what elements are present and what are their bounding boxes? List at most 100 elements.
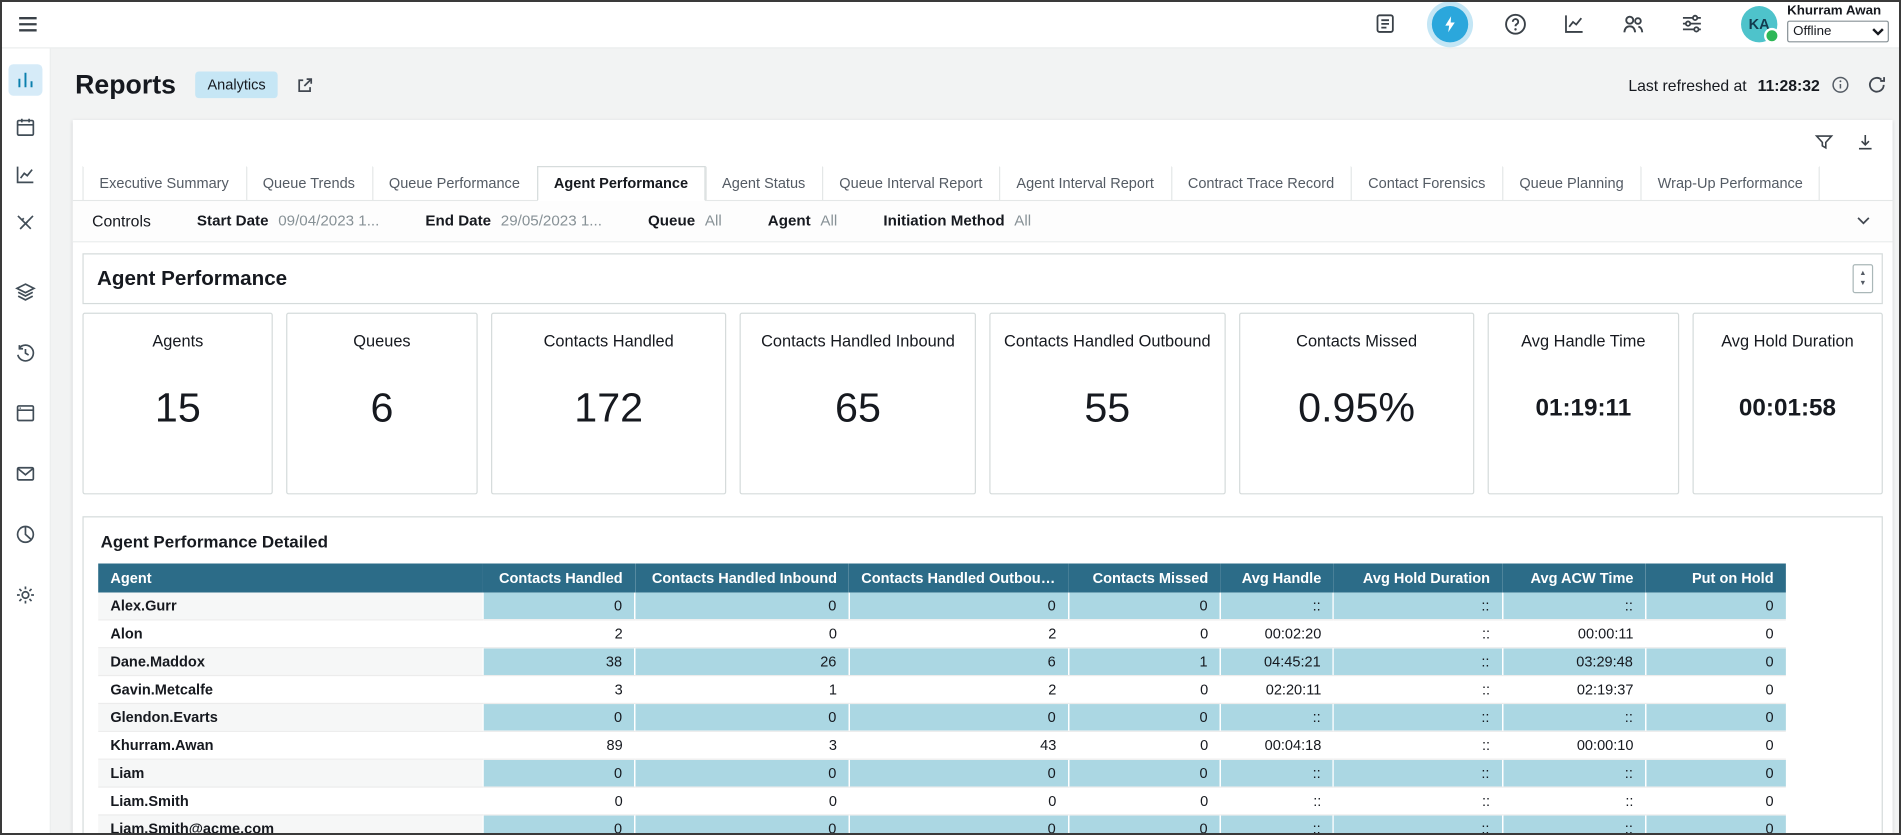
report-tab[interactable]: Contact Forensics xyxy=(1351,166,1502,200)
kpi-value: 55 xyxy=(998,350,1217,466)
agent-name-cell: Liam.Smith xyxy=(98,787,483,815)
report-tab[interactable]: Wrap-Up Performance xyxy=(1641,166,1820,200)
metrics-icon[interactable] xyxy=(1563,12,1586,35)
kpi-label: Queues xyxy=(295,332,469,350)
contacts-handled-inbound-cell: 0 xyxy=(635,815,849,835)
scroll-stepper[interactable]: ▲▼ xyxy=(1853,264,1874,293)
notepad-icon[interactable] xyxy=(1374,12,1397,35)
contacts-handled-inbound-cell: 0 xyxy=(635,787,849,815)
filter-icon[interactable] xyxy=(1814,132,1835,153)
filter-control[interactable]: End Date 29/05/2023 1... xyxy=(425,212,602,229)
avg-acw-time-cell: 03:29:48 xyxy=(1502,648,1645,676)
hamburger-menu-icon[interactable] xyxy=(15,10,42,37)
avg-acw-time-cell: :: xyxy=(1502,703,1645,731)
page-title: Reports xyxy=(75,69,176,101)
report-tab[interactable]: Queue Trends xyxy=(246,166,372,200)
download-icon[interactable] xyxy=(1855,132,1876,153)
contacts-handled-outbound-cell: 6 xyxy=(849,648,1068,676)
put-on-hold-cell: 0 xyxy=(1646,648,1786,676)
detail-table-title: Agent Performance Detailed xyxy=(101,532,1867,551)
avg-hold-duration-cell: :: xyxy=(1333,593,1502,620)
help-icon[interactable] xyxy=(1503,12,1527,36)
contacts-handled-outbound-cell: 0 xyxy=(849,759,1068,787)
report-tab[interactable]: Queue Interval Report xyxy=(822,166,999,200)
kpi-card: Contacts Handled 172 xyxy=(491,313,727,495)
contacts-handled-inbound-cell: 0 xyxy=(635,703,849,731)
avg-acw-time-cell: :: xyxy=(1502,593,1645,620)
sidebar-item-layers[interactable] xyxy=(8,276,42,308)
column-header: Contacts Handled Outbound xyxy=(849,563,1068,592)
status-select[interactable]: Offline xyxy=(1787,21,1889,43)
contacts-handled-outbound-cell: 0 xyxy=(849,787,1068,815)
sidebar-item-settings-gear[interactable] xyxy=(8,579,42,611)
avg-handle-cell: :: xyxy=(1220,787,1333,815)
kpi-label: Contacts Handled xyxy=(499,332,718,350)
report-tab[interactable]: Executive Summary xyxy=(82,166,245,200)
sidebar-item-line-chart[interactable] xyxy=(8,159,42,191)
avg-hold-duration-cell: :: xyxy=(1333,648,1502,676)
kpi-row: Agents 15 Queues 6 Contacts Handled 172 … xyxy=(82,313,1882,495)
contacts-handled-inbound-cell: 0 xyxy=(635,620,849,648)
report-tab[interactable]: Agent Performance xyxy=(537,166,705,201)
report-tab[interactable]: Queue Planning xyxy=(1502,166,1640,200)
contacts-handled-cell: 0 xyxy=(483,787,635,815)
table-row: Khurram.Awan 89 3 43 0 00:04:18 :: 00:00… xyxy=(98,731,1786,759)
filter-control[interactable]: Initiation Method All xyxy=(883,212,1031,229)
report-tab[interactable]: Contract Trace Record xyxy=(1171,166,1351,200)
sidebar-item-history[interactable] xyxy=(8,337,42,369)
sidebar-item-analytics[interactable] xyxy=(8,64,42,96)
external-link-icon[interactable] xyxy=(295,75,316,96)
filter-control[interactable]: Agent All xyxy=(768,212,838,229)
agent-name-cell: Gavin.Metcalfe xyxy=(98,676,483,704)
contacts-handled-cell: 2 xyxy=(483,620,635,648)
kpi-value: 15 xyxy=(91,350,265,466)
sidebar-item-customize[interactable] xyxy=(8,206,42,238)
flash-icon[interactable] xyxy=(1432,5,1468,41)
sidebar-item-calendar[interactable] xyxy=(8,111,42,143)
put-on-hold-cell: 0 xyxy=(1646,759,1786,787)
kpi-label: Avg Handle Time xyxy=(1496,332,1670,350)
users-icon[interactable] xyxy=(1621,12,1645,36)
agent-name-cell: Liam xyxy=(98,759,483,787)
contacts-handled-inbound-cell: 0 xyxy=(635,759,849,787)
report-tab[interactable]: Queue Performance xyxy=(372,166,537,200)
agent-performance-table: AgentContacts HandledContacts Handled In… xyxy=(98,563,1786,834)
avg-hold-duration-cell: :: xyxy=(1333,815,1502,835)
avg-handle-cell: 04:45:21 xyxy=(1220,648,1333,676)
sidebar-item-email[interactable] xyxy=(8,458,42,490)
kpi-value: 01:19:11 xyxy=(1496,350,1670,466)
refresh-icon[interactable] xyxy=(1866,74,1888,96)
kpi-value: 65 xyxy=(748,350,967,466)
avg-hold-duration-cell: :: xyxy=(1333,676,1502,704)
filter-control[interactable]: Start Date 09/04/2023 1... xyxy=(197,212,379,229)
user-menu[interactable]: KA Khurram Awan Offline xyxy=(1741,5,1889,43)
table-row: Dane.Maddox 38 26 6 1 04:45:21 :: 03:29:… xyxy=(98,648,1786,676)
kpi-card: Agents 15 xyxy=(82,313,273,495)
sliders-icon[interactable] xyxy=(1680,12,1703,35)
report-tab[interactable]: Agent Interval Report xyxy=(999,166,1170,200)
report-card: Executive SummaryQueue TrendsQueue Perfo… xyxy=(73,120,1893,835)
analytics-badge: Analytics xyxy=(195,71,277,98)
table-header-row: AgentContacts HandledContacts Handled In… xyxy=(98,563,1786,592)
avg-handle-cell: :: xyxy=(1220,759,1333,787)
controls-label: Controls xyxy=(92,211,151,229)
table-row: Alex.Gurr 0 0 0 0 :: :: :: 0 xyxy=(98,593,1786,620)
report-tab[interactable]: Agent Status xyxy=(705,166,822,200)
contacts-handled-outbound-cell: 0 xyxy=(849,703,1068,731)
sidebar-item-browser[interactable] xyxy=(8,397,42,429)
kpi-card: Queues 6 xyxy=(287,313,478,495)
info-icon[interactable] xyxy=(1831,75,1850,94)
kpi-card: Contacts Handled Outbound 55 xyxy=(989,313,1225,495)
kpi-label: Contacts Handled Outbound xyxy=(998,332,1217,350)
top-bar: KA Khurram Awan Offline xyxy=(0,0,1901,48)
agent-name-cell: Dane.Maddox xyxy=(98,648,483,676)
avg-hold-duration-cell: :: xyxy=(1333,731,1502,759)
chevron-down-icon[interactable] xyxy=(1854,211,1873,230)
avg-handle-cell: :: xyxy=(1220,815,1333,835)
avatar[interactable]: KA xyxy=(1741,5,1777,41)
filter-control[interactable]: Queue All xyxy=(648,212,722,229)
put-on-hold-cell: 0 xyxy=(1646,703,1786,731)
avg-acw-time-cell: :: xyxy=(1502,787,1645,815)
section-title: Agent Performance xyxy=(97,267,287,291)
sidebar-item-pie-chart[interactable] xyxy=(8,519,42,551)
